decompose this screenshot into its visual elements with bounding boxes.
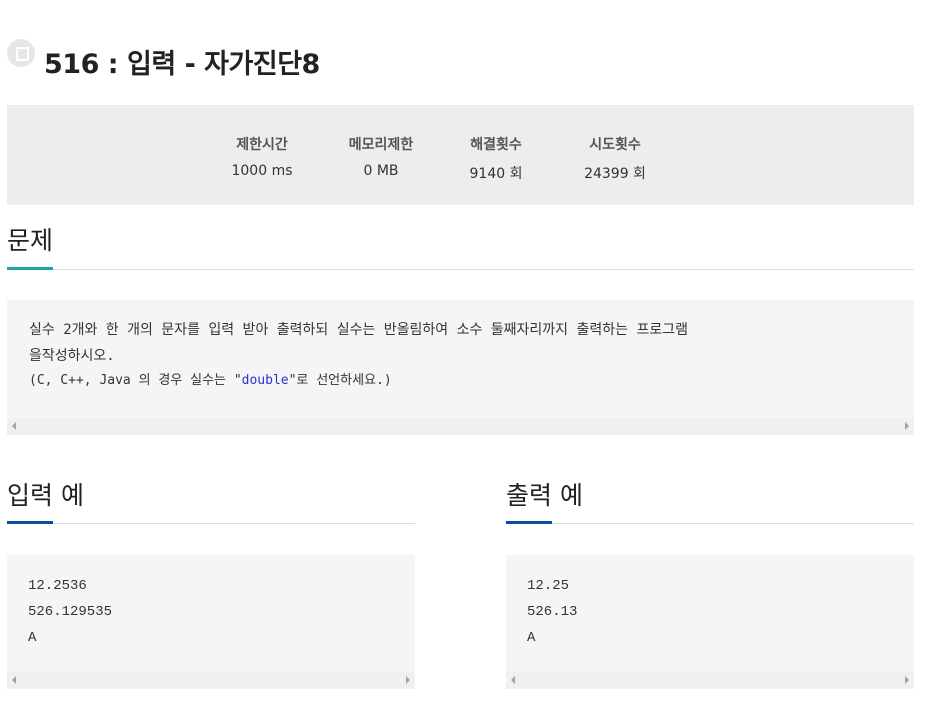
title-separator: : xyxy=(107,48,119,80)
problem-title: 516 : 입력 - 자가진단8 xyxy=(44,42,320,81)
sample-input-horizontal-scrollbar[interactable] xyxy=(7,672,415,689)
scroll-left-icon[interactable] xyxy=(12,422,16,430)
problem-heading-text: 문제 xyxy=(7,226,54,255)
sample-output-line: 526.13 xyxy=(527,604,578,620)
problem-line-2: 을작성하시오. xyxy=(29,348,115,364)
problem-horizontal-scrollbar[interactable] xyxy=(7,418,914,435)
sample-input-heading-text: 입력 예 xyxy=(7,481,84,510)
problem-stats-panel: 제한시간 1000 ms 메모리제한 0 MB 해결횟수 9140 회 시도횟수… xyxy=(7,105,914,205)
sample-input-line: 526.129535 xyxy=(28,604,113,620)
sample-input-divider xyxy=(7,523,415,524)
sample-output-box: 12.25 526.13 A xyxy=(506,555,914,672)
sample-output-heading-text: 출력 예 xyxy=(506,481,583,510)
problem-number: 516 xyxy=(44,48,99,80)
problem-description: 실수 2개와 한 개의 문자를 입력 받아 출력하되 실수는 반올림하여 소수 … xyxy=(7,300,914,418)
scroll-left-icon[interactable] xyxy=(12,676,16,684)
stat-value: 24399 회 xyxy=(584,166,646,182)
problem-line-1: 실수 2개와 한 개의 문자를 입력 받아 출력하되 실수는 반올림하여 소수 … xyxy=(29,322,688,338)
sample-input-line: A xyxy=(28,630,37,646)
stat-memory-limit: 메모리제한 0 MB xyxy=(326,134,436,179)
sample-output-accent xyxy=(506,521,552,524)
sample-output-divider xyxy=(506,523,914,524)
problem-heading-divider xyxy=(7,269,914,270)
sample-input-accent xyxy=(7,521,53,524)
sample-output-heading: 출력 예 xyxy=(506,476,583,516)
stat-time-limit: 제한시간 1000 ms xyxy=(207,134,317,179)
problem-heading-accent xyxy=(7,267,53,270)
sample-output-horizontal-scrollbar[interactable] xyxy=(506,672,914,689)
sample-output-line: A xyxy=(527,630,536,646)
note-keyword: double xyxy=(241,373,289,388)
scroll-right-icon[interactable] xyxy=(905,422,909,430)
problem-note: (C, C++, Java 의 경우 실수는 "double"로 선언하세요.) xyxy=(29,369,892,388)
sample-input-box: 12.2536 526.129535 A xyxy=(7,555,415,672)
problem-heading: 문제 xyxy=(7,221,53,261)
stat-solved-count: 해결횟수 9140 회 xyxy=(441,134,551,183)
stat-value: 9140 회 xyxy=(469,166,523,182)
note-prefix: (C, C++, Java 의 경우 실수는 " xyxy=(29,373,242,388)
sample-output-code: 12.25 526.13 A xyxy=(527,573,893,651)
stat-label: 해결횟수 xyxy=(470,137,522,153)
scroll-left-icon[interactable] xyxy=(511,676,515,684)
stat-label: 시도횟수 xyxy=(589,137,641,153)
stat-value: 1000 ms xyxy=(231,163,293,179)
stat-attempt-count: 시도횟수 24399 회 xyxy=(560,134,670,183)
scroll-right-icon[interactable] xyxy=(905,676,909,684)
sample-output-line: 12.25 xyxy=(527,578,570,594)
note-suffix: "로 선언하세요.) xyxy=(288,373,392,388)
sample-input-line: 12.2536 xyxy=(28,578,87,594)
scroll-right-icon[interactable] xyxy=(406,676,410,684)
problem-name: 입력 - 자가진단8 xyxy=(127,48,320,80)
sample-input-code: 12.2536 526.129535 A xyxy=(28,573,394,651)
stat-label: 메모리제한 xyxy=(348,137,414,153)
problem-title-row: 516 : 입력 - 자가진단8 xyxy=(7,36,320,86)
sample-input-heading: 입력 예 xyxy=(7,476,84,516)
stat-value: 0 MB xyxy=(363,163,399,179)
document-icon xyxy=(7,39,35,67)
stat-label: 제한시간 xyxy=(236,137,288,153)
